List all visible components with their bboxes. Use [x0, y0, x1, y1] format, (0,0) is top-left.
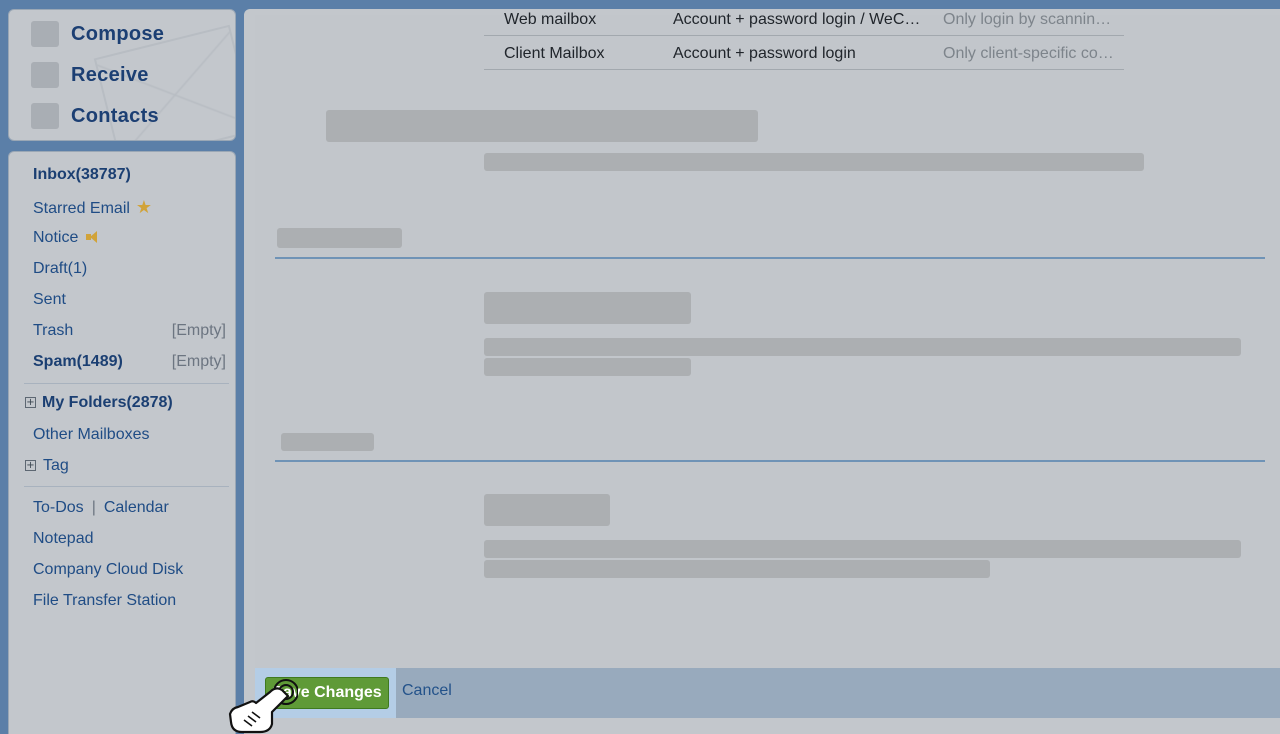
- nav-sent[interactable]: Sent: [33, 291, 66, 309]
- contacts-label: Contacts: [71, 104, 159, 127]
- cancel-link[interactable]: Cancel: [402, 682, 452, 700]
- nav-inbox[interactable]: Inbox(38787): [33, 166, 131, 184]
- nav-cloud-disk[interactable]: Company Cloud Disk: [33, 561, 183, 579]
- nav-notice-label: Notice: [33, 229, 79, 246]
- receive-icon: [31, 62, 59, 88]
- section-divider: [275, 460, 1265, 462]
- section-divider: [275, 257, 1265, 259]
- loading-placeholder: [484, 494, 610, 526]
- speaker-icon: [86, 231, 100, 243]
- folder-nav-panel: Inbox(38787) Starred Email ★ Notice Draft…: [8, 151, 236, 734]
- mailbox-type-cell: Web mailbox: [504, 11, 597, 28]
- table-row: Client Mailbox Account + password login …: [484, 37, 1124, 70]
- loading-placeholder: [484, 560, 990, 578]
- note-cell: Only login by scannin…: [943, 11, 1112, 28]
- section-heading-placeholder: [277, 228, 402, 248]
- loading-placeholder: [484, 540, 1241, 558]
- nav-spam[interactable]: Spam(1489): [33, 353, 123, 371]
- quick-actions-panel: Compose Receive Contacts: [8, 9, 236, 141]
- contacts-button[interactable]: Contacts: [31, 102, 159, 130]
- nav-trash[interactable]: Trash: [33, 322, 73, 340]
- nav-starred[interactable]: Starred Email ★: [33, 197, 152, 218]
- nav-tools-row: To-Dos | Calendar: [33, 499, 169, 517]
- nav-draft[interactable]: Draft(1): [33, 260, 87, 278]
- loading-placeholder: [484, 153, 1144, 171]
- compose-icon: [31, 21, 59, 47]
- nav-calendar[interactable]: Calendar: [104, 499, 169, 516]
- empty-trash-link[interactable]: [Empty]: [172, 322, 226, 340]
- compose-label: Compose: [71, 22, 165, 45]
- contacts-icon: [31, 103, 59, 129]
- expand-folders-icon[interactable]: +: [25, 397, 36, 408]
- empty-spam-link[interactable]: [Empty]: [172, 353, 226, 371]
- star-icon: ★: [135, 197, 153, 217]
- loading-placeholder: [326, 110, 758, 142]
- compose-button[interactable]: Compose: [31, 20, 164, 48]
- note-cell: Only client-specific co…: [943, 45, 1114, 62]
- nav-divider: [24, 383, 229, 384]
- nav-todos[interactable]: To-Dos: [33, 499, 84, 516]
- receive-label: Receive: [71, 63, 149, 86]
- nav-tag[interactable]: Tag: [43, 457, 69, 475]
- receive-button[interactable]: Receive: [31, 61, 149, 89]
- table-row: Web mailbox Account + password login / W…: [484, 3, 1124, 36]
- login-method-cell: Account + password login: [673, 45, 856, 62]
- nav-starred-label: Starred Email: [33, 200, 130, 217]
- nav-pipe-separator: |: [91, 499, 96, 516]
- nav-my-folders[interactable]: My Folders(2878): [42, 394, 173, 412]
- login-method-cell: Account + password login / WeC…: [673, 11, 921, 28]
- hand-pointer-icon: [228, 679, 298, 734]
- expand-tag-icon[interactable]: +: [25, 460, 36, 471]
- mailbox-type-cell: Client Mailbox: [504, 45, 605, 62]
- bottom-strip: [244, 718, 1280, 734]
- nav-notice[interactable]: Notice: [33, 229, 100, 247]
- loading-placeholder: [484, 358, 691, 376]
- nav-notepad[interactable]: Notepad: [33, 530, 94, 548]
- loading-placeholder: [484, 292, 691, 324]
- nav-divider: [24, 486, 229, 487]
- loading-placeholder: [484, 338, 1241, 356]
- nav-file-transfer[interactable]: File Transfer Station: [33, 592, 176, 610]
- nav-other-mailboxes[interactable]: Other Mailboxes: [33, 426, 150, 444]
- section-heading-placeholder: [281, 433, 374, 451]
